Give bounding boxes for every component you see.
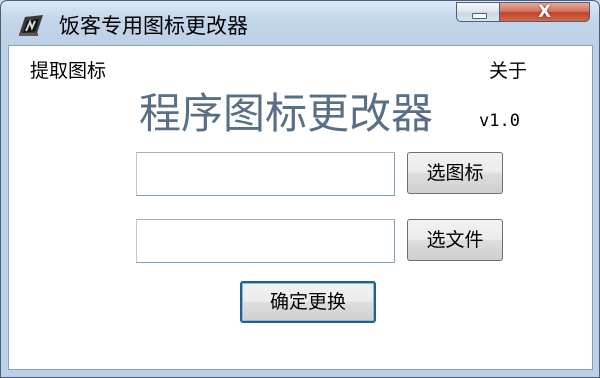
minimize-button[interactable] [456, 2, 500, 22]
menu-about[interactable]: 关于 [489, 59, 527, 83]
client-area: 提取图标 关于 程序图标更改器 v1.0 选图标 选文件 确定更换 [8, 45, 593, 370]
app-window: 饭客专用图标更改器 X 提取图标 关于 程序图标更改器 v1.0 选图标 选文件… [0, 0, 600, 378]
title-bar[interactable]: 饭客专用图标更改器 X [1, 1, 599, 45]
app-heading: 程序图标更改器 [139, 89, 434, 138]
minimize-icon [472, 13, 487, 19]
version-label: v1.0 [479, 111, 520, 131]
close-icon: X [537, 2, 552, 22]
file-path-input[interactable] [136, 219, 395, 263]
confirm-replace-button[interactable]: 确定更换 [240, 281, 376, 323]
choose-file-button[interactable]: 选文件 [407, 219, 503, 261]
window-title: 饭客专用图标更改器 [59, 14, 248, 38]
icon-path-input[interactable] [136, 152, 395, 196]
menu-extract-icon[interactable]: 提取图标 [30, 59, 106, 83]
close-button[interactable]: X [499, 2, 590, 22]
choose-icon-button[interactable]: 选图标 [407, 152, 503, 194]
app-icon [17, 13, 45, 37]
